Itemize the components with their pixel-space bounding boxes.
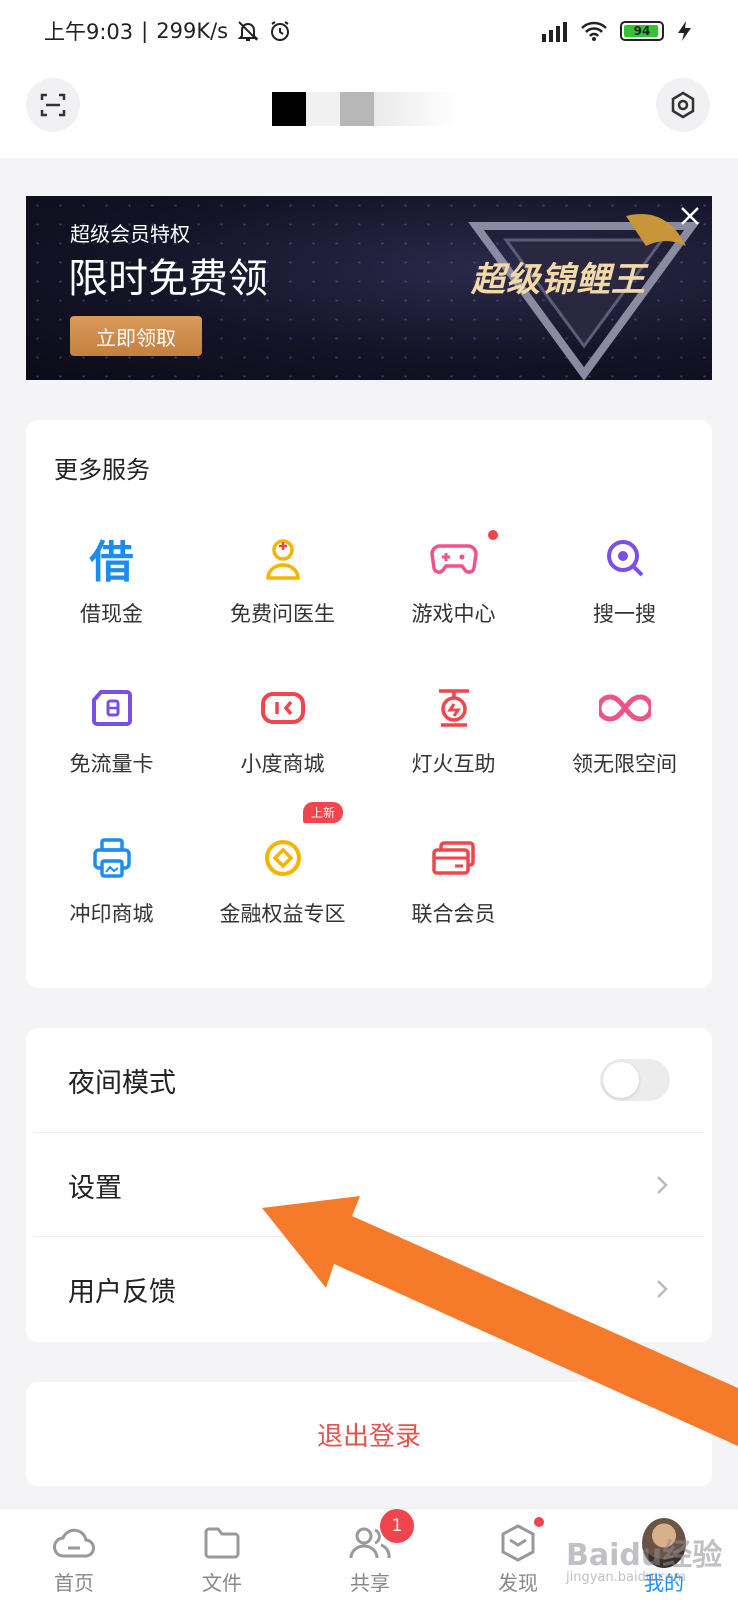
signal-icon [542,22,567,42]
service-borrow-cash[interactable]: 借 借现金 [26,532,197,652]
night-mode-label: 夜间模式 [68,1067,176,1099]
scan-icon [40,93,66,117]
chevron-right-icon [657,1280,668,1298]
section-title: 更多服务 [54,456,150,484]
service-joint-membership[interactable]: 联合会员 [368,832,539,952]
new-tag: 上新 [303,802,344,823]
close-icon[interactable] [678,204,702,228]
settings-card: 夜间模式 设置 用户反馈 [26,1028,712,1342]
status-right: 94 [540,20,694,42]
search-icon [599,532,651,584]
settings-row[interactable]: 设置 [26,1133,712,1237]
lamp-icon [428,682,480,734]
game-red-dot [487,530,498,540]
night-mode-toggle[interactable] [600,1059,670,1101]
settings-label: 设置 [68,1172,122,1204]
simcard-icon [86,682,138,734]
banner-subtitle: 超级会员特权 [70,222,190,246]
service-game-center[interactable]: 游戏中心 [368,530,539,652]
night-mode-row: 夜间模式 [26,1028,712,1132]
profile-header [0,62,738,158]
gamepad-icon [428,530,498,584]
banner-title: 限时免费领 [68,256,268,302]
service-lamp-mutual-aid[interactable]: 灯火互助 [368,682,539,802]
charging-icon [678,21,691,41]
watermark-url: jingyan.baidu.com [566,1570,686,1585]
discover-red-dot [534,1517,544,1527]
scan-button[interactable] [26,78,80,132]
status-net-speed: 299K/s [156,19,229,43]
status-left: 上午9:03 | 299K/s [44,16,292,46]
folder-icon [200,1521,244,1565]
feedback-row[interactable]: 用户反馈 [26,1237,712,1341]
xiaodu-icon [257,682,309,734]
watermark-logo: Baidu经验 [566,1538,723,1573]
logout-button[interactable]: 退出登录 [26,1382,712,1486]
banner-brand: 超级锦鲤王 [471,260,646,300]
username-masked [272,92,458,126]
settings-hex-icon [671,91,695,119]
status-time: 上午9:03 [44,20,134,44]
logout-label: 退出登录 [316,1421,421,1452]
vip-banner[interactable]: 超级会员特权 限时免费领 立即领取 超级锦鲤王 [26,196,712,380]
discover-box-icon [496,1517,544,1565]
service-free-data-card[interactable]: 免流量卡 [26,682,197,802]
service-unlimited-space[interactable]: 领无限空间 [539,682,710,802]
tab-home[interactable]: 首页 [0,1509,148,1600]
status-bar: 上午9:03 | 299K/s 94 [0,0,738,62]
alarm-icon [271,21,290,41]
feedback-label: 用户反馈 [68,1276,176,1308]
tab-share[interactable]: 1 共享 [296,1509,444,1600]
settings-button[interactable] [656,78,710,132]
more-services-card: 更多服务 借 借现金 免费问医生 游戏中心 搜一搜 免流量卡 小度商城 灯火互助… [26,420,712,988]
mute-bell-icon [237,21,259,41]
share-badge: 1 [380,1509,414,1543]
service-finance-zone[interactable]: 金融权益专区 上新 [197,802,368,952]
service-xiaodu-mall[interactable]: 小度商城 [197,682,368,802]
service-search[interactable]: 搜一搜 [539,532,710,652]
printer-icon [86,832,138,884]
infinity-icon [598,682,651,734]
card-icon [428,832,480,884]
battery-indicator: 94 [620,21,664,41]
claim-now-button[interactable]: 立即领取 [70,316,202,356]
chevron-right-icon [657,1176,668,1194]
borrow-icon: 借 [89,537,134,588]
doctor-icon [257,532,309,584]
wifi-icon [581,21,607,41]
service-free-doctor[interactable]: 免费问医生 [197,532,368,652]
share-people-icon: 1 [348,1509,414,1565]
tab-files[interactable]: 文件 [148,1509,296,1600]
coin-icon [257,832,309,884]
home-cloud-icon [52,1521,96,1565]
service-print-mall[interactable]: 冲印商城 [26,832,197,952]
